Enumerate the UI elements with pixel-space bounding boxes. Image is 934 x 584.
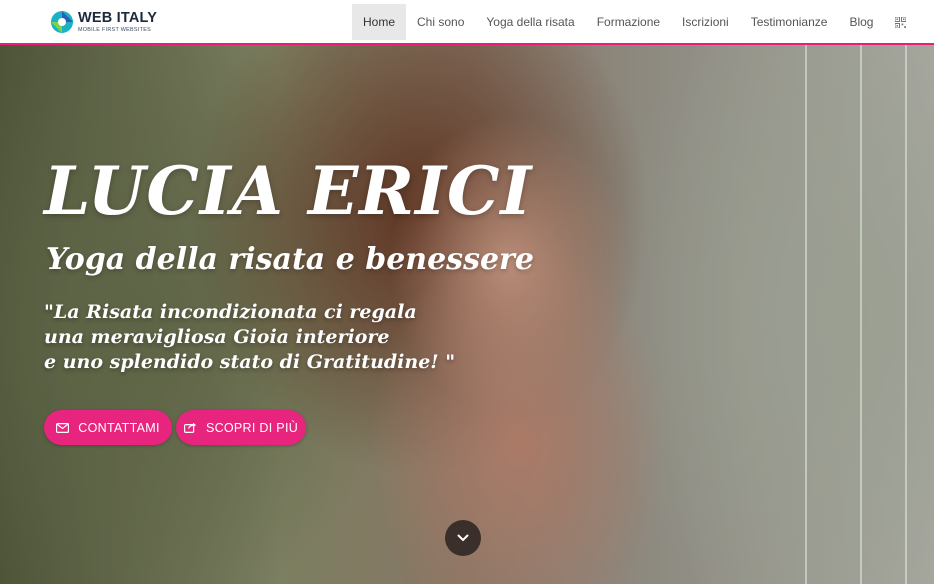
hero-quote: "La Risata incondizionata ci regala una … <box>44 300 456 375</box>
quote-line: "La Risata incondizionata ci regala <box>44 301 417 323</box>
qr-code-icon[interactable] <box>884 4 914 40</box>
main-nav: Home Chi sono Yoga della risata Formazio… <box>352 4 914 40</box>
fence-bar <box>805 45 807 584</box>
nav-item-yoga-della-risata[interactable]: Yoga della risata <box>475 4 585 40</box>
envelope-icon <box>56 422 70 433</box>
nav-item-iscrizioni[interactable]: Iscrizioni <box>671 4 740 40</box>
hero-title: LUCIA ERICI <box>44 152 533 230</box>
logo-title: WEB ITALY <box>78 10 158 27</box>
discover-more-button-label: SCOPRI DI PIÙ <box>205 420 299 435</box>
scroll-down-button[interactable] <box>445 520 481 556</box>
contact-button-label: CONTATTAMI <box>78 420 160 435</box>
logo-subtitle: MOBILE FIRST WEBSITES <box>78 26 151 33</box>
nav-item-home[interactable]: Home <box>352 4 407 40</box>
discover-more-button[interactable]: SCOPRI DI PIÙ <box>176 410 306 445</box>
hero-subtitle: Yoga della risata e benessere <box>46 242 534 277</box>
contact-button[interactable]: CONTATTAMI <box>44 410 172 445</box>
nav-item-chi-sono[interactable]: Chi sono <box>406 4 475 40</box>
site-header: WEB ITALY MOBILE FIRST WEBSITES Home Chi… <box>0 0 934 45</box>
site-logo[interactable]: WEB ITALY MOBILE FIRST WEBSITES <box>50 9 157 35</box>
fence-bar <box>905 45 907 584</box>
logo-mark-icon <box>51 11 73 33</box>
nav-item-testimonianze[interactable]: Testimonianze <box>740 4 839 40</box>
quote-line: una meravigliosa Gioia interiore <box>44 326 390 348</box>
fence-bar <box>860 45 862 584</box>
hero-section: LUCIA ERICI Yoga della risata e benesser… <box>0 45 934 584</box>
chevron-down-icon <box>457 534 469 542</box>
nav-item-blog[interactable]: Blog <box>838 4 884 40</box>
share-icon <box>183 422 196 433</box>
nav-item-formazione[interactable]: Formazione <box>586 4 671 40</box>
quote-line: e uno splendido stato di Gratitudine! " <box>44 351 456 373</box>
